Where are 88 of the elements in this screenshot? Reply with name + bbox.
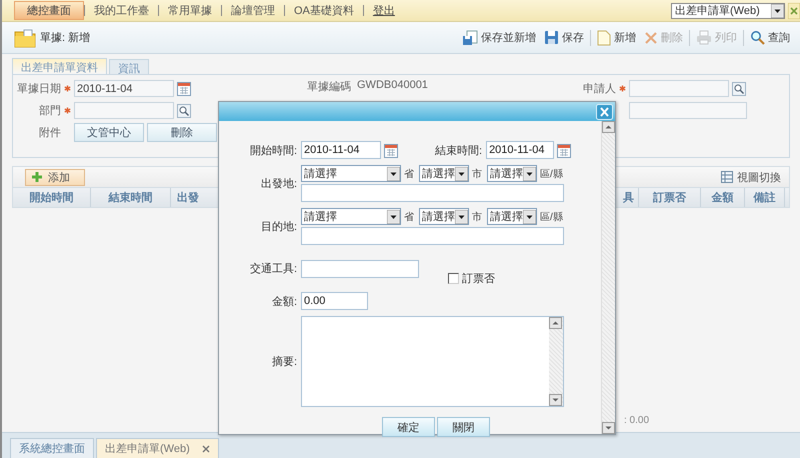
field-label: 部門 (38, 104, 61, 118)
lookup-field[interactable] (74, 102, 174, 119)
text-field[interactable] (628, 102, 747, 119)
dialog-button[interactable]: 確定 (382, 417, 435, 437)
field-label: 單據編碼 (307, 80, 351, 94)
close-icon[interactable] (788, 2, 800, 18)
window-tab[interactable]: 系統總控畫面 (10, 438, 94, 458)
checkbox[interactable] (448, 273, 459, 284)
x-mark-icon (644, 30, 658, 44)
summary-textarea[interactable] (301, 316, 564, 407)
caret-icon (387, 210, 400, 224)
transport-field[interactable] (301, 260, 419, 278)
lookup-icon (732, 82, 746, 96)
address-field[interactable] (301, 227, 564, 245)
blank-page-icon (597, 30, 611, 46)
field-label: 目的地: (260, 220, 297, 234)
amount-field[interactable]: 0.00 (301, 292, 368, 310)
field-label: 附件 (38, 126, 61, 140)
plus-icon (32, 172, 42, 182)
region-dropdown[interactable]: 請選擇 (301, 165, 401, 182)
scroll-down-icon (549, 394, 562, 406)
calendar-icon (177, 81, 191, 96)
field-label: 金額: (270, 294, 297, 308)
unit-label: 區/縣 (540, 168, 563, 180)
unit-label: 省 (404, 210, 414, 224)
page-title: 單據: 新增 (40, 30, 90, 45)
unit-label: 省 (404, 168, 414, 180)
caret-icon (455, 210, 468, 224)
toolbar-button[interactable]: 保存 (540, 30, 588, 45)
caret-icon (387, 166, 400, 180)
checkbox-label: 訂票否 (462, 272, 495, 286)
attachment-button[interactable]: 刪除 (147, 123, 217, 142)
field-label: 交通工具: (248, 262, 297, 276)
field-label: 出發地: (260, 177, 297, 191)
total-amount: : 0.00 (624, 415, 650, 426)
logout-link[interactable]: 登出 (364, 1, 404, 20)
region-dropdown[interactable]: 請選擇 (487, 208, 537, 225)
date-field[interactable]: 2010-11-04 (301, 141, 381, 159)
field-label: 單據日期 (16, 82, 61, 96)
document-number: GWDB040001 (357, 79, 428, 91)
calendar-icon (557, 142, 572, 158)
nav-tab[interactable]: OA基礎資料 (285, 1, 363, 20)
dialog-button[interactable]: 關閉 (437, 417, 490, 437)
close-icon[interactable] (202, 444, 210, 452)
column-header: 結束時間 (91, 188, 171, 207)
unit-label: 市 (472, 210, 482, 224)
field-label: 開始時間: (248, 144, 297, 158)
grid-icon (721, 171, 733, 183)
caret-icon (523, 210, 536, 224)
unit-label: 區/縣 (540, 210, 563, 224)
field-label: 摘要: (270, 354, 297, 369)
caret-icon (771, 4, 784, 18)
date-field[interactable]: 2010-11-04 (486, 141, 554, 159)
attachment-button[interactable]: 文管中心 (74, 123, 144, 142)
date-field[interactable]: 2010-11-04 (74, 80, 174, 97)
region-dropdown[interactable]: 請選擇 (419, 208, 469, 225)
search-icon (750, 30, 765, 45)
printer-icon (696, 30, 712, 45)
view-switch-button[interactable]: 視圖切換 (721, 170, 781, 184)
caret-icon (523, 166, 536, 180)
nav-tab[interactable]: 我的工作臺 (85, 1, 158, 20)
nav-tab[interactable]: 常用單據 (159, 1, 221, 20)
unit-label: 市 (472, 168, 482, 180)
save-document-icon (462, 30, 478, 46)
lookup-icon (177, 104, 191, 118)
column-header: 金額 (701, 188, 745, 207)
field-label: 結束時間: (435, 144, 482, 158)
folder-icon (14, 26, 36, 48)
field-label: 申請人 (582, 82, 616, 96)
lookup-field[interactable] (628, 80, 729, 97)
caret-icon (455, 166, 468, 180)
address-field[interactable] (301, 184, 564, 202)
column-header: 訂票否 (639, 188, 701, 207)
scroll-up-icon (549, 317, 562, 329)
column-header: 開始時間 (13, 188, 91, 207)
calendar-icon (384, 142, 398, 158)
add-button[interactable]: 添加 (25, 168, 85, 186)
region-dropdown[interactable]: 請選擇 (487, 165, 537, 182)
toolbar-button[interactable]: 查詢 (746, 30, 794, 45)
toolbar-button[interactable]: 新增 (593, 30, 640, 46)
window-tab[interactable]: 出差申請單(Web) (96, 438, 219, 458)
toolbar-button[interactable]: 保存並新增 (458, 30, 540, 46)
form-dropdown[interactable]: 出差申請單(Web) (671, 2, 785, 18)
region-dropdown[interactable]: 請選擇 (301, 208, 401, 225)
region-dropdown[interactable]: 請選擇 (419, 165, 469, 182)
nav-tab[interactable]: 論壇管理 (222, 1, 284, 20)
nav-tab[interactable]: 總控畫面 (14, 1, 84, 20)
column-header: 備註 (745, 188, 785, 207)
